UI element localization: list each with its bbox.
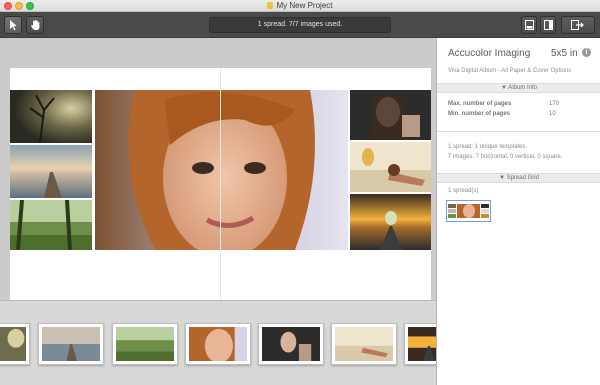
filmstrip-thumb-pier[interactable] [38, 323, 104, 365]
thumb-image [116, 327, 174, 361]
road-sunset-image [350, 194, 431, 250]
spread-grid-thumb[interactable] [446, 200, 491, 222]
select-tool-button[interactable] [4, 16, 22, 34]
photo-pier[interactable] [10, 145, 92, 198]
vendor-name: Accucolor Imaging [448, 48, 531, 59]
sidebar-icon [543, 20, 553, 30]
product-subtitle: Viva Digital Album - All Paper & Cover O… [448, 68, 572, 74]
export-button[interactable] [561, 16, 595, 34]
woman-sofa-image [350, 142, 431, 192]
photo-tree-bokeh[interactable] [10, 90, 92, 143]
pier-image [10, 145, 92, 198]
filmstrip-thumb-sofa[interactable] [331, 323, 397, 365]
hand-icon [30, 20, 39, 30]
images-summary: 7 images: 7 horizontal, 0 vertical, 0 sq… [448, 154, 563, 160]
photo-tattoo-woman[interactable] [350, 90, 431, 140]
filmstrip-thumb-tree[interactable] [0, 323, 30, 365]
filmstrip-thumb-forest[interactable] [112, 323, 178, 365]
spread-fold-line [220, 68, 221, 310]
album-info-section-header[interactable]: ▼ Album Info [437, 83, 600, 93]
photo-woman-sofa[interactable] [350, 142, 431, 192]
album-size: 5x5 in [551, 48, 578, 59]
spread-preview-image [448, 202, 489, 220]
filmstrip[interactable] [0, 300, 454, 385]
spread-count: 1 spread(s) [448, 188, 479, 194]
arrow-cursor-icon [10, 20, 17, 31]
sidebar-toggle-button[interactable] [540, 16, 556, 34]
export-icon [571, 20, 584, 30]
max-pages-label: Max. number of pages [448, 101, 512, 107]
tattoo-woman-image [350, 90, 431, 140]
thumb-image [0, 327, 26, 361]
album-info-panel: Accucolor Imaging 5x5 in i Viva Digital … [436, 38, 600, 385]
min-pages-label: Min. number of pages [448, 111, 511, 117]
title-bar: My New Project [0, 0, 600, 12]
filmstrip-thumb-portrait[interactable] [185, 323, 251, 365]
portrait-image [95, 90, 348, 250]
section-divider [437, 131, 600, 132]
page-view-button[interactable] [521, 16, 537, 34]
photo-road-sunset[interactable] [350, 194, 431, 250]
photo-forest[interactable] [10, 200, 92, 250]
info-icon[interactable]: i [582, 48, 591, 57]
thumb-image [42, 327, 100, 361]
tree-bokeh-image [10, 90, 92, 143]
templates-summary: 1 spread: 1 unique templates. [448, 144, 528, 150]
window-title: My New Project [0, 0, 600, 12]
min-pages-value: 10 [549, 111, 556, 117]
status-display: 1 spread. 7/7 images used. [209, 17, 391, 33]
thumb-image [189, 327, 247, 361]
toolbar: 1 spread. 7/7 images used. [0, 12, 600, 38]
thumb-image [262, 327, 320, 361]
max-pages-value: 170 [549, 101, 560, 107]
spread-grid-section-header[interactable]: ▼ Spread Grid [437, 173, 600, 183]
document-icon [267, 2, 274, 9]
thumb-image [335, 327, 393, 361]
forest-image [10, 200, 92, 250]
photo-portrait-main[interactable] [95, 90, 348, 250]
filmstrip-thumb-tattoo[interactable] [258, 323, 324, 365]
page-view-icon [524, 20, 534, 30]
hand-tool-button[interactable] [26, 16, 44, 34]
